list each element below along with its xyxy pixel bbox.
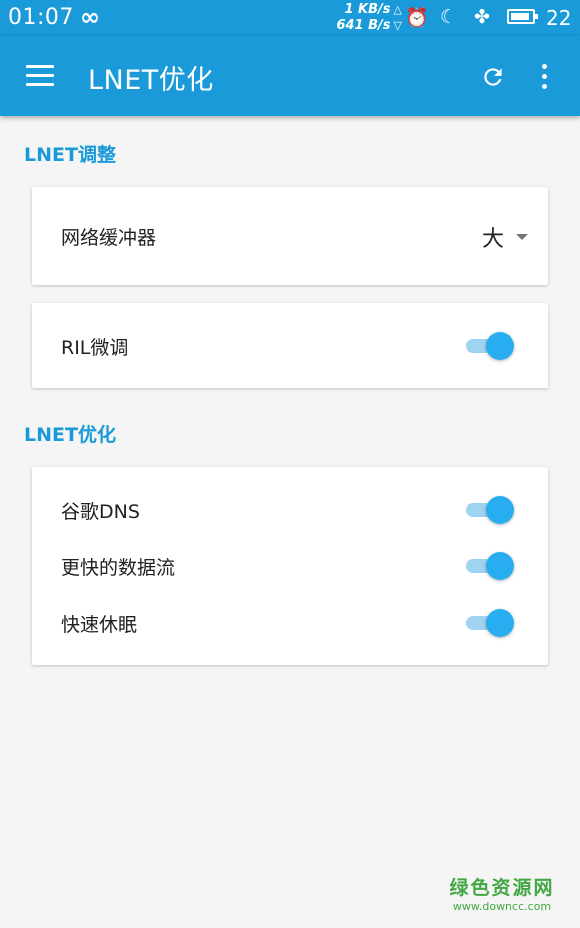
menu-icon[interactable] [26, 65, 54, 87]
ril-tuning-card: RIL微调 [32, 303, 548, 388]
upload-speed: 1 KB/s [344, 2, 391, 17]
google-dns-switch[interactable] [466, 496, 514, 524]
infinity-icon: ∞ [80, 3, 100, 31]
watermark: 绿色资源网 www.downcc.com [444, 876, 560, 914]
page-title: LNET优化 [88, 65, 214, 96]
faster-data-stream-label: 更快的数据流 [61, 557, 176, 579]
ril-tuning-label: RIL微调 [61, 337, 129, 359]
battery-level: 22 [546, 6, 572, 30]
fast-dormancy-label: 快速休眠 [61, 614, 138, 636]
network-buffer-label: 网络缓冲器 [61, 227, 157, 249]
more-options-icon[interactable] [536, 64, 554, 90]
watermark-name: 绿色资源网 [449, 877, 555, 899]
status-bar: 01:07 ∞ 1 KB/s △ 641 B/s ▽ ⏰ ☾ ✤ 22 [0, 0, 580, 36]
network-buffer-card: 网络缓冲器 大 [32, 187, 548, 285]
network-speed: 1 KB/s △ 641 B/s ▽ [322, 2, 402, 34]
section-header-lnet-optimize: LNET优化 [24, 424, 116, 446]
network-buffer-dropdown[interactable]: 大 [481, 221, 528, 252]
download-arrow-icon: ▽ [393, 19, 402, 32]
optimize-card: 谷歌DNS 更快的数据流 快速休眠 [32, 467, 548, 665]
section-header-lnet-tuning: LNET调整 [24, 144, 116, 166]
dnd-moon-icon: ☾ [440, 6, 458, 28]
status-time: 01:07 [8, 5, 74, 30]
battery-icon [507, 9, 538, 24]
google-dns-row[interactable]: 谷歌DNS [32, 482, 548, 538]
network-buffer-value: 大 [481, 227, 504, 252]
fast-dormancy-row[interactable]: 快速休眠 [32, 595, 548, 651]
faster-data-stream-row[interactable]: 更快的数据流 [32, 538, 548, 594]
watermark-url: www.downcc.com [452, 900, 552, 913]
fast-dormancy-switch[interactable] [466, 609, 514, 637]
pinwheel-icon: ✤ [474, 6, 490, 28]
ril-tuning-switch[interactable] [466, 332, 514, 360]
upload-arrow-icon: △ [393, 3, 402, 16]
dropdown-caret-icon [516, 234, 528, 240]
ril-tuning-row[interactable]: RIL微调 [32, 318, 548, 374]
faster-data-stream-switch[interactable] [466, 552, 514, 580]
network-buffer-row: 网络缓冲器 大 [32, 208, 548, 264]
download-speed: 641 B/s [336, 18, 391, 33]
refresh-icon[interactable] [480, 64, 506, 90]
google-dns-label: 谷歌DNS [61, 501, 140, 523]
app-toolbar: LNET优化 [0, 36, 580, 116]
alarm-icon: ⏰ [405, 7, 429, 29]
